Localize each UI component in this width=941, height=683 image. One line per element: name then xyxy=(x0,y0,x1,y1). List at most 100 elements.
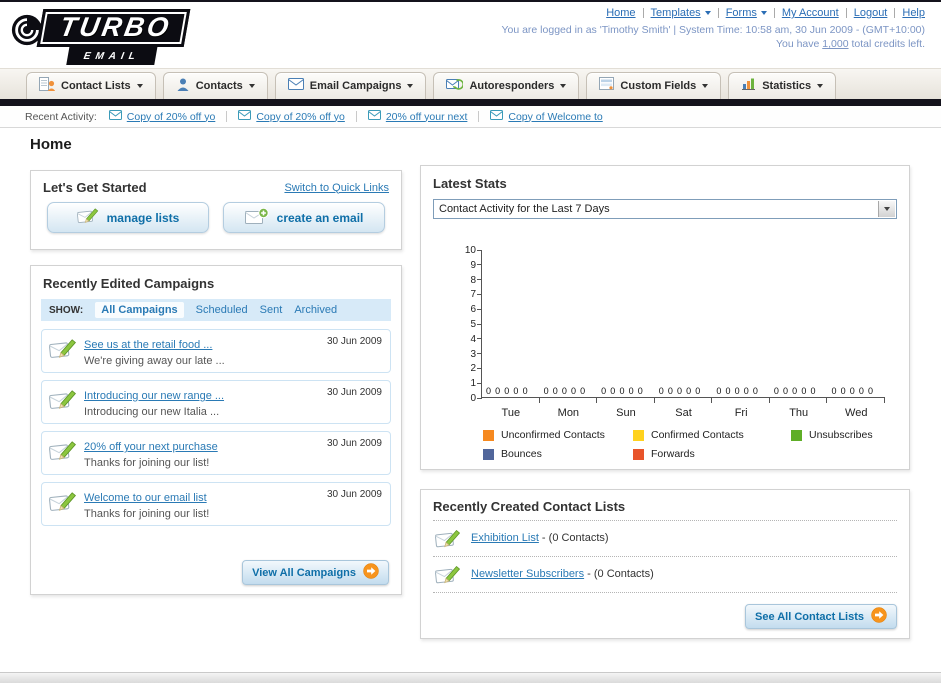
chart-value-label: 0 xyxy=(783,386,789,396)
y-axis-tick xyxy=(477,338,482,340)
select-arrow-icon xyxy=(878,201,895,217)
recent-activity-bar: Recent Activity: Copy of 20% off yo Copy… xyxy=(0,106,941,128)
custom-fields-icon xyxy=(599,77,615,95)
nav-my-account-link[interactable]: My Account xyxy=(782,7,839,19)
campaign-subtitle: We're giving away our late ... xyxy=(84,355,225,367)
tab-contacts[interactable]: Contacts xyxy=(162,72,268,99)
recent-activity-link[interactable]: Copy of 20% off yo xyxy=(256,111,345,123)
chart-value-label: 0 xyxy=(552,386,558,396)
nav-help-link[interactable]: Help xyxy=(902,7,925,19)
filter-sent[interactable]: Sent xyxy=(260,304,283,316)
recent-activity-label: Recent Activity: xyxy=(25,110,97,123)
recent-activity-link[interactable]: 20% off your next xyxy=(386,111,468,123)
recent-activity-item: Copy of 20% off yo xyxy=(108,110,216,123)
activity-separator xyxy=(355,111,357,122)
campaign-title-link[interactable]: Welcome to our email list xyxy=(84,492,207,504)
tab-statistics[interactable]: Statistics xyxy=(728,72,837,99)
chart-value-label: 0 xyxy=(658,386,664,396)
campaign-row[interactable]: 20% off your next purchase Thanks for jo… xyxy=(41,431,391,475)
x-axis-tick xyxy=(596,397,598,403)
tab-label: Custom Fields xyxy=(620,80,697,92)
chart-value-labels: 00000 xyxy=(659,386,701,396)
y-axis-label: 0 xyxy=(470,393,476,404)
tab-email-campaigns[interactable]: Email Campaigns xyxy=(274,72,427,99)
turbo-email-dashboard: TURBO EMAIL Home Templates Forms My Acco… xyxy=(0,0,941,683)
recent-activity-item: Copy of 20% off yo xyxy=(238,110,345,123)
campaign-title-link[interactable]: See us at the retail food ... xyxy=(84,339,212,351)
campaigns-title: Recently Edited Campaigns xyxy=(43,276,215,291)
y-axis-tick xyxy=(477,308,482,310)
edit-campaign-icon xyxy=(48,440,77,467)
new-email-icon xyxy=(244,207,269,228)
header: TURBO EMAIL Home Templates Forms My Acco… xyxy=(0,2,941,68)
tab-custom-fields[interactable]: Custom Fields xyxy=(586,72,722,99)
contact-activity-chart: 0 0 0 0 0 Tue 0 0 0 0 0 Mon 0 0 0 0 0 Sun 0 0 0 0 0 Sat 0 0 0 0 0 Fri… xyxy=(433,245,897,423)
contact-list-entry: Newsletter Subscribers - (0 Contacts) xyxy=(471,568,654,580)
campaign-row[interactable]: Welcome to our email list Thanks for joi… xyxy=(41,482,391,526)
contact-list-link[interactable]: Exhibition List xyxy=(471,532,539,544)
filter-archived[interactable]: Archived xyxy=(294,304,337,316)
recent-activity-link[interactable]: Copy of Welcome to xyxy=(508,111,602,123)
tab-autoresponders[interactable]: Autoresponders xyxy=(433,72,580,99)
chart-day-group: 0 0 0 0 0 Sun xyxy=(597,250,655,419)
chart-day-group: 0 0 0 0 0 Sat xyxy=(655,250,713,419)
chart-groups: 0 0 0 0 0 Tue 0 0 0 0 0 Mon 0 0 0 0 0 Sun 0 0 0 0 0 Sat 0 0 0 0 0 Fri… xyxy=(482,250,886,419)
nav-home-link[interactable]: Home xyxy=(606,7,635,19)
stats-period-select[interactable]: Contact Activity for the Last 7 Days xyxy=(433,199,897,219)
x-axis-label: Fri xyxy=(734,407,748,419)
chart-value-labels: 00000 xyxy=(486,386,528,396)
nav-templates-link[interactable]: Templates xyxy=(651,7,711,19)
switch-quick-links-link[interactable]: Switch to Quick Links xyxy=(284,182,389,194)
main-nav-bar: Contact Lists Contacts Email Campaigns A… xyxy=(0,68,941,99)
dropdown-arrow-icon xyxy=(760,11,767,15)
see-all-contact-lists-label: See All Contact Lists xyxy=(754,610,864,623)
recent-contact-lists-panel: Recently Created Contact Lists Exhibitio… xyxy=(420,489,910,639)
campaign-subtitle: Thanks for joining our list! xyxy=(84,457,210,469)
y-axis-label: 6 xyxy=(470,304,476,316)
chart-value-label: 0 xyxy=(667,386,673,396)
nav-separator xyxy=(845,8,847,18)
orange-arrow-icon xyxy=(871,607,887,626)
logo-subtext: EMAIL xyxy=(66,45,158,65)
manage-lists-button[interactable]: manage lists xyxy=(47,202,209,233)
page-title: Home xyxy=(30,136,72,153)
edit-list-icon xyxy=(434,529,461,554)
get-started-panel: Let's Get Started Switch to Quick Links … xyxy=(30,170,402,250)
nav-forms-link[interactable]: Forms xyxy=(726,7,767,19)
contact-list-link[interactable]: Newsletter Subscribers xyxy=(471,568,584,580)
x-axis-label: Sat xyxy=(675,407,692,419)
get-started-title: Let's Get Started xyxy=(43,180,147,195)
create-email-label: create an email xyxy=(276,210,364,225)
credits-prefix: You have xyxy=(775,38,823,50)
tab-contact-lists[interactable]: Contact Lists xyxy=(26,72,156,99)
nav-separator xyxy=(894,8,896,18)
y-axis-label: 1 xyxy=(470,378,476,390)
recent-activity-link[interactable]: Copy of 20% off yo xyxy=(127,111,216,123)
create-email-button[interactable]: create an email xyxy=(223,202,385,233)
view-all-campaigns-button[interactable]: View All Campaigns xyxy=(242,560,389,585)
y-axis-label: 3 xyxy=(470,348,476,360)
chart-value-label: 0 xyxy=(734,386,740,396)
campaign-row[interactable]: Introducing our new range ... Introducin… xyxy=(41,380,391,424)
see-all-contact-lists-button[interactable]: See All Contact Lists xyxy=(744,604,897,629)
pencil-edit-icon xyxy=(76,207,99,228)
latest-stats-panel: Latest Stats Contact Activity for the La… xyxy=(420,165,910,470)
recent-activity-item: 20% off your next xyxy=(367,110,468,123)
y-axis-label: 5 xyxy=(470,319,476,330)
campaign-row[interactable]: See us at the retail food ... We're givi… xyxy=(41,329,391,373)
campaign-title-link[interactable]: Introducing our new range ... xyxy=(84,390,224,402)
chart-value-label: 0 xyxy=(513,386,519,396)
tab-label: Email Campaigns xyxy=(309,80,402,92)
chart-value-label: 0 xyxy=(752,386,758,396)
chart-value-label: 0 xyxy=(637,386,643,396)
filter-all-campaigns[interactable]: All Campaigns xyxy=(95,302,184,318)
nav-logout-link[interactable]: Logout xyxy=(854,7,888,19)
campaign-title-link[interactable]: 20% off your next purchase xyxy=(84,441,218,453)
y-axis-tick xyxy=(477,353,482,355)
contact-list-entry: Exhibition List - (0 Contacts) xyxy=(471,532,609,544)
legend-item: Unsubscribes xyxy=(791,429,873,441)
x-axis-tick xyxy=(711,397,713,403)
email-icon xyxy=(490,110,504,123)
filter-scheduled[interactable]: Scheduled xyxy=(196,304,248,316)
y-axis-label: 4 xyxy=(470,333,476,345)
